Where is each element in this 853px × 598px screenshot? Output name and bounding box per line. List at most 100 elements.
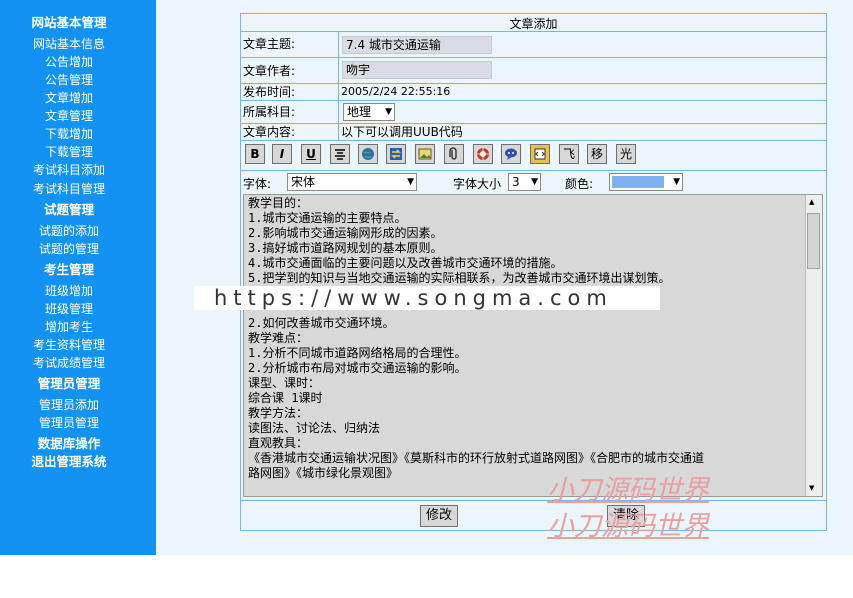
sidebar-item-download-add[interactable]: 下载增加 [0,126,138,142]
fly-button[interactable]: 飞 [559,144,579,164]
sidebar-item-question-add[interactable]: 试题的添加 [0,223,138,239]
bold-button[interactable]: B [245,144,265,164]
content-textarea[interactable]: 教学目的： 1.城市交通运输的主要特点。 2.影响城市交通运输网形成的因素。 3.搞好… [243,194,823,497]
watermark-cn-2: 小刀源码世界 [547,511,709,542]
article-form: 文章添加 文章主题: 7.4 城市交通运输 文章作者: 吻宇 发布时间: 200… [240,13,827,531]
center-button[interactable] [330,144,350,164]
content-line: 教学难点： [248,331,309,345]
image-icon [418,148,432,160]
sidebar-heading-admin[interactable]: 管理员管理 [0,376,138,392]
content-line: 路网图》《城市绿化景观图》 [248,466,399,480]
sidebar-heading-site[interactable]: 网站基本管理 [0,15,138,31]
attach-button[interactable] [444,144,464,164]
category-select-value: 地理 [347,105,372,119]
scroll-thumb[interactable] [807,213,820,269]
sidebar-item-exam-subject-add[interactable]: 考试科目添加 [0,162,138,178]
chevron-down-icon: ▼ [673,177,680,187]
sidebar-item-student-manage[interactable]: 考生资料管理 [0,337,138,353]
content-line: 课型、课时： [248,376,321,390]
watermark-cn-1: 小刀源码世界 [547,475,709,506]
category-select[interactable]: 地理 ▼ [343,103,395,121]
move-button[interactable]: 移 [587,144,607,164]
sidebar-item-score-manage[interactable]: 考试成绩管理 [0,355,138,371]
sidebar: 网站基本管理 网站基本信息 公告增加 公告管理 文章增加 文章管理 下载增加 下… [0,0,156,555]
sidebar-item-class-manage[interactable]: 班级管理 [0,301,138,317]
sidebar-item-student-add[interactable]: 增加考生 [0,319,138,335]
content-line: 3.搞好城市道路网规划的基本原则。 [248,241,443,255]
time-row: 发布时间: 2005/2/24 22:55:16 [241,84,826,101]
scrollbar[interactable]: ▲ ▼ [805,195,822,496]
sidebar-item-download-manage[interactable]: 下载管理 [0,144,138,160]
content-line: 《香港城市交通运输状况图》《莫斯科市的环行放射式道路网图》《合肥市的城市交通道 [248,451,705,465]
link-button[interactable] [358,144,378,164]
code-icon [534,148,546,160]
chevron-down-icon: ▼ [531,177,538,187]
center-icon [335,149,345,160]
sidebar-item-exam-subject-manage[interactable]: 考试科目管理 [0,181,138,197]
watermark-url: https://www.songma.com [194,286,660,310]
font-select-value: 宋体 [291,175,316,189]
sidebar-item-class-add[interactable]: 班级增加 [0,283,138,299]
sidebar-item-admin-manage[interactable]: 管理员管理 [0,415,138,431]
author-row: 文章作者: 吻宇 [241,58,826,84]
italic-button[interactable]: I [272,144,292,164]
flash-icon [477,148,489,160]
content-line: 直观教具： [248,436,309,450]
globe-icon [362,148,374,160]
content-line: 2.如何改善城市交通环境。 [248,316,395,330]
color-label: 颜色: [565,177,594,191]
content-line: 教学目的： [248,196,309,210]
ubb-hint: 以下可以调用UUB代码 [341,125,463,139]
sidebar-item-logout[interactable]: 退出管理系统 [0,454,138,470]
underline-button[interactable]: U [301,144,321,164]
scroll-up-icon[interactable]: ▲ [809,199,814,206]
content-line: 综合课 1课时 [248,391,323,405]
glow-button[interactable]: 光 [616,144,636,164]
swap-icon [390,148,402,160]
flash-button[interactable] [473,144,493,164]
form-title: 文章添加 [509,17,558,31]
time-value: 2005/2/24 22:55:16 [341,85,451,98]
size-select[interactable]: 3 ▼ [508,173,541,191]
font-row: 字体: 宋体 ▼ 字体大小 3 ▼ 颜色: ▼ [241,170,826,193]
content-label-row: 文章内容: 以下可以调用UUB代码 [241,124,826,141]
color-select[interactable]: ▼ [609,173,683,191]
code-button[interactable] [530,144,550,164]
content-line: 1.分析不同城市道路网络格局的合理性。 [248,346,467,360]
author-input[interactable]: 吻宇 [342,61,492,79]
sidebar-item-notice-add[interactable]: 公告增加 [0,54,138,70]
category-row: 所属科目: 地理 ▼ [241,101,826,124]
size-select-value: 3 [512,175,520,189]
content-line: 2.分析城市布局对城市交通运输的影响。 [248,361,467,375]
clip-icon [449,147,457,160]
scroll-down-icon[interactable]: ▼ [809,485,814,492]
subject-row: 文章主题: 7.4 城市交通运输 [241,32,826,58]
color-swatch [612,176,664,188]
font-select[interactable]: 宋体 ▼ [287,173,417,191]
content-line: 2.影响城市交通运输网形成的因素。 [248,226,443,240]
size-label: 字体大小 [453,177,502,191]
sidebar-item-notice-manage[interactable]: 公告管理 [0,72,138,88]
quote-button[interactable] [501,144,521,164]
sidebar-item-admin-add[interactable]: 管理员添加 [0,397,138,413]
quote-icon [505,148,517,160]
sidebar-heading-students[interactable]: 考生管理 [0,262,138,278]
sidebar-item-site-info[interactable]: 网站基本信息 [0,36,138,52]
image-button[interactable] [415,144,435,164]
subject-input[interactable]: 7.4 城市交通运输 [342,36,492,54]
sidebar-item-question-manage[interactable]: 试题的管理 [0,241,138,257]
font-label: 字体: [243,177,272,191]
swap-button[interactable] [386,144,406,164]
sidebar-item-article-add[interactable]: 文章增加 [0,90,138,106]
content-line: 读图法、讨论法、归纳法 [248,421,381,435]
subject-label: 文章主题: [243,37,296,51]
sidebar-item-article-manage[interactable]: 文章管理 [0,108,138,124]
content-line: 4.城市交通面临的主要问题以及改善城市交通环境的措施。 [248,256,563,270]
time-label: 发布时间: [243,85,296,99]
sidebar-item-database[interactable]: 数据库操作 [0,436,138,452]
modify-button[interactable]: 修改 [420,505,458,527]
sidebar-heading-questions[interactable]: 试题管理 [0,202,138,218]
content-line: 教学方法： [248,406,309,420]
content-label: 文章内容: [243,125,296,139]
chevron-down-icon: ▼ [407,177,414,187]
